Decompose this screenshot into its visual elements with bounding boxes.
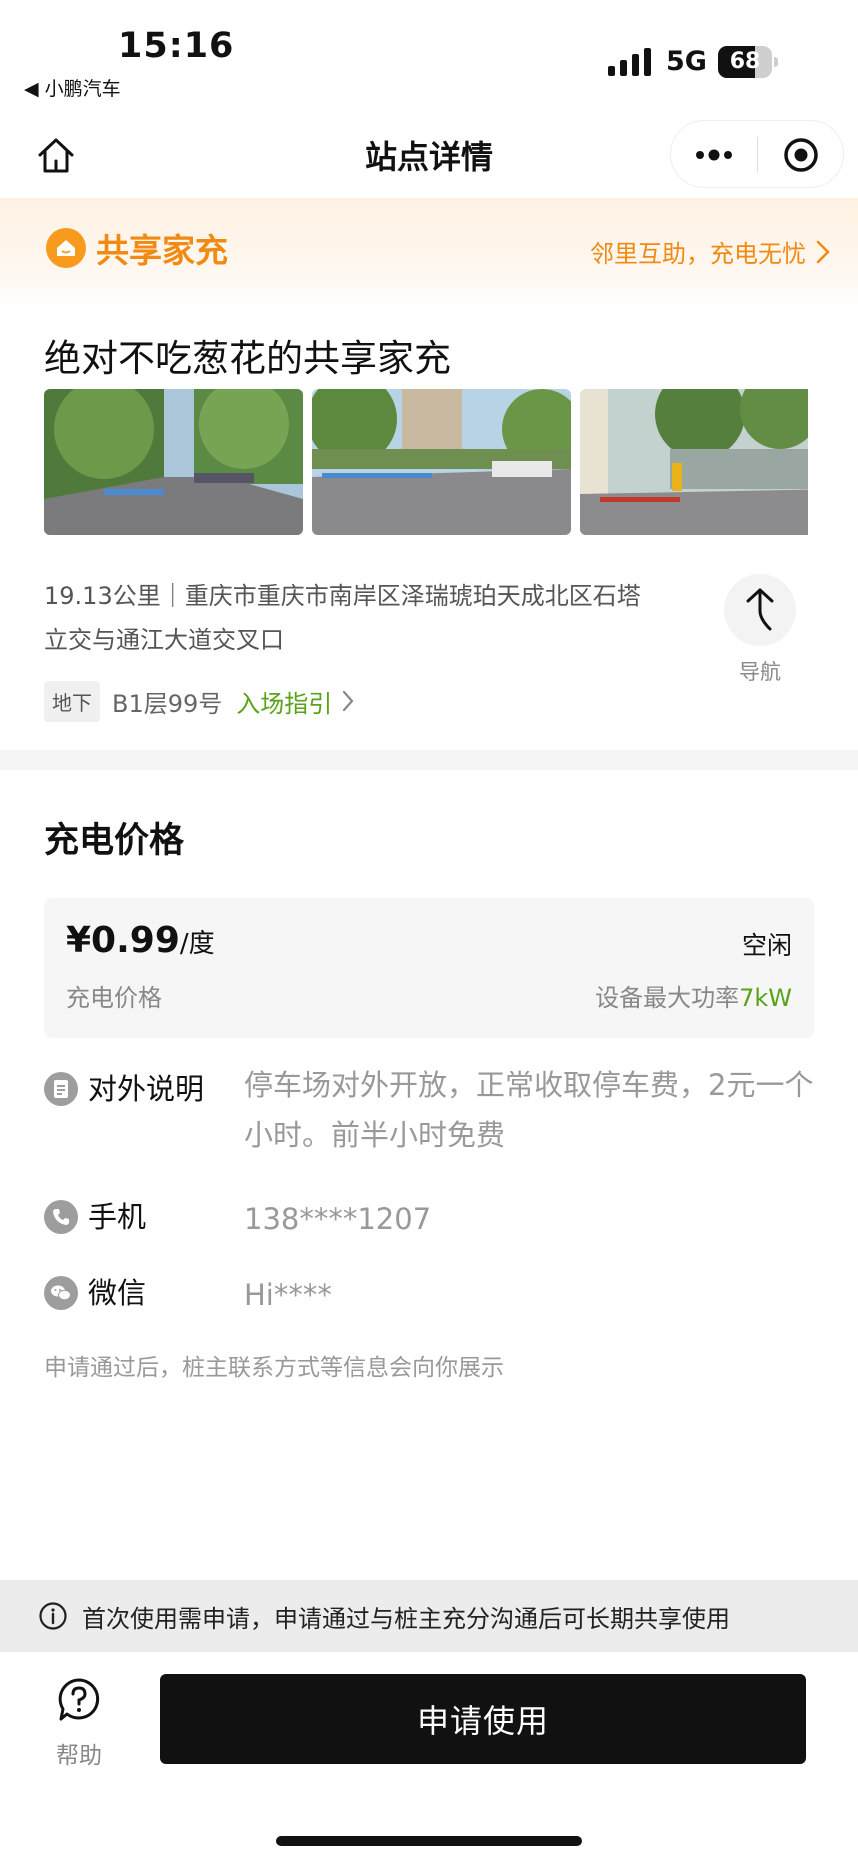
wechat-row: 微信 Hi**** bbox=[44, 1270, 814, 1320]
max-power-value: 7kW bbox=[739, 984, 792, 1012]
status-badge: 空闲 bbox=[741, 931, 792, 960]
document-icon bbox=[44, 1072, 78, 1106]
battery-tip bbox=[774, 57, 778, 67]
close-button[interactable] bbox=[758, 121, 844, 189]
max-power: 设备最大功率7kW bbox=[595, 978, 792, 1013]
description-row: 对外说明 停车场对外开放，正常收取停车费，2元一个小时。前半小时免费 bbox=[44, 1066, 814, 1176]
navigate-button[interactable] bbox=[724, 574, 796, 646]
status-bar: 15:16 ◀ 小鹏汽车 5G 68 bbox=[0, 0, 858, 110]
signal-icon bbox=[608, 48, 652, 76]
parking-spot: B1层99号 bbox=[112, 689, 223, 718]
home-indicator bbox=[276, 1836, 582, 1846]
phone-label: 手机 bbox=[88, 1200, 147, 1234]
battery-icon: 68 bbox=[718, 46, 772, 78]
price-amount: ¥0.99 bbox=[66, 920, 180, 961]
info-icon bbox=[39, 1602, 67, 1630]
pricing-section-title: 充电价格 bbox=[44, 821, 185, 861]
station-name: 绝对不吃葱花的共享家充 bbox=[44, 337, 451, 380]
wechat-icon bbox=[44, 1276, 78, 1310]
price-card: ¥0.99/度 充电价格 空闲 设备最大功率7kW bbox=[44, 898, 814, 1038]
back-to-app-link[interactable]: ◀ 小鹏汽车 bbox=[24, 74, 121, 101]
chevron-right-icon bbox=[343, 690, 354, 712]
battery-percent: 68 bbox=[729, 49, 761, 74]
navigation-arrow-icon bbox=[746, 588, 774, 631]
shared-charging-banner: 共享家充 邻里互助，充电无忧 bbox=[0, 198, 858, 310]
banner-title: 共享家充 bbox=[96, 231, 228, 270]
banner-link-text: 邻里互助，充电无忧 bbox=[590, 240, 806, 268]
wechat-label: 微信 bbox=[88, 1276, 147, 1310]
notice-bar: 首次使用需申请，申请通过与桩主充分沟通后可长期共享使用 bbox=[0, 1580, 858, 1652]
banner-link[interactable]: 邻里互助，充电无忧 bbox=[590, 234, 830, 269]
help-button[interactable]: 帮助 bbox=[44, 1676, 114, 1770]
floor-tag: 地下 bbox=[44, 680, 100, 722]
house-badge-icon bbox=[46, 228, 86, 268]
entry-guide-text: 入场指引 bbox=[236, 689, 333, 718]
network-type: 5G bbox=[666, 46, 707, 77]
more-icon bbox=[696, 149, 732, 161]
price-value: ¥0.99/度 bbox=[66, 920, 215, 961]
phone-row: 手机 138****1207 bbox=[44, 1194, 814, 1244]
station-photo-1[interactable] bbox=[44, 389, 303, 535]
mini-program-capsule bbox=[670, 120, 844, 188]
station-address: 19.13公里｜重庆市重庆市南岸区泽瑞琥珀天成北区石塔立交与通江大道交叉口 bbox=[44, 582, 641, 654]
help-label: 帮助 bbox=[56, 1743, 102, 1769]
apply-hint: 申请通过后，桩主联系方式等信息会向你展示 bbox=[44, 1355, 504, 1381]
target-close-icon bbox=[784, 138, 818, 172]
nav-bar: 站点详情 bbox=[0, 110, 858, 200]
description-value: 停车场对外开放，正常收取停车费，2元一个小时。前半小时免费 bbox=[244, 1068, 814, 1152]
wechat-value: Hi**** bbox=[244, 1278, 332, 1312]
apply-button[interactable]: 申请使用 bbox=[160, 1674, 806, 1764]
phone-value: 138****1207 bbox=[244, 1202, 432, 1236]
phone-icon bbox=[44, 1200, 78, 1234]
description-label: 对外说明 bbox=[88, 1072, 205, 1106]
chevron-right-icon bbox=[816, 240, 830, 263]
price-unit: /度 bbox=[179, 929, 215, 959]
station-photos bbox=[44, 389, 808, 535]
parking-location: 地下 B1层99号 入场指引 bbox=[44, 680, 354, 722]
max-power-label: 设备最大功率 bbox=[595, 984, 740, 1012]
station-photo-3[interactable] bbox=[580, 389, 808, 535]
section-divider bbox=[0, 750, 858, 770]
help-icon bbox=[58, 1678, 100, 1721]
station-photo-2[interactable] bbox=[312, 389, 571, 535]
status-time: 15:16 bbox=[118, 26, 235, 66]
price-label: 充电价格 bbox=[66, 984, 162, 1012]
navigate-label[interactable]: 导航 bbox=[724, 656, 796, 686]
notice-text: 首次使用需申请，申请通过与桩主充分沟通后可长期共享使用 bbox=[82, 1604, 730, 1633]
more-button[interactable] bbox=[671, 121, 757, 189]
entry-guide-link[interactable]: 入场指引 bbox=[236, 684, 354, 719]
